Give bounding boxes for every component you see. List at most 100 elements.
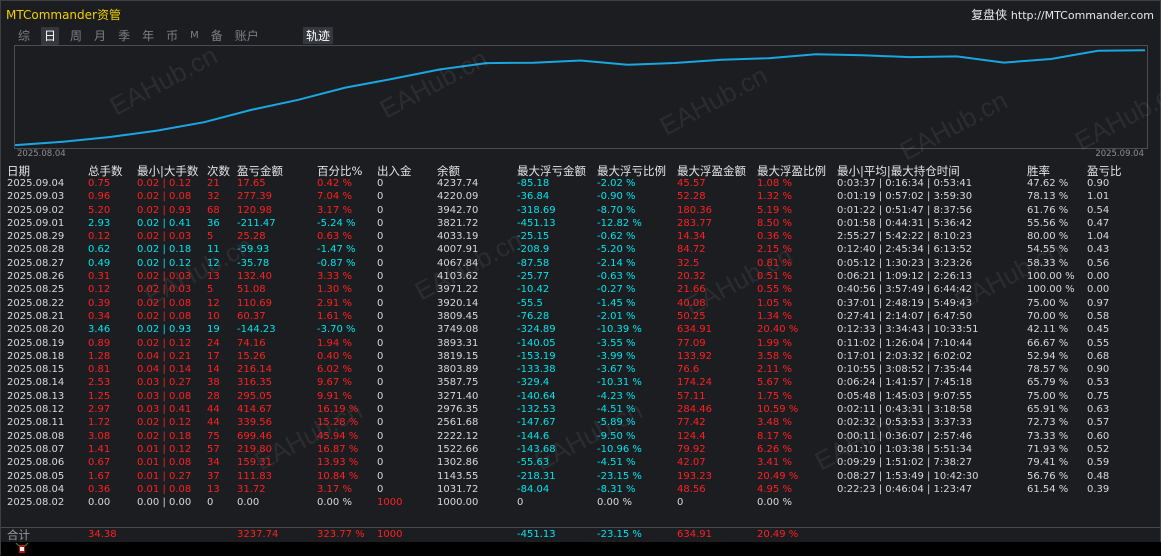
table-row[interactable]: 2025.08.21 0.34 0.02 | 0.08 10 60.37 1.61 % 0 3… bbox=[1, 310, 1161, 323]
table-cell: 0.03 | 0.08 bbox=[137, 390, 192, 402]
table-cell: -25.15 bbox=[517, 231, 550, 243]
table-cell: 4237.74 bbox=[437, 178, 479, 189]
table-cell: 1522.66 bbox=[437, 443, 479, 455]
table-cell: 14 bbox=[207, 364, 220, 376]
table-row[interactable]: 2025.08.06 0.67 0.01 | 0.08 34 159.31 13.93 %… bbox=[1, 456, 1161, 469]
table-cell: 65.91 % bbox=[1027, 404, 1069, 416]
table-cell: 6.26 % bbox=[757, 443, 792, 455]
table-cell: 0 bbox=[517, 497, 524, 509]
table-row[interactable]: 2025.08.27 0.49 0.02 | 0.12 12 -35.78 -0.87 %… bbox=[1, 257, 1161, 270]
track-button[interactable]: 轨迹 bbox=[303, 27, 334, 44]
tab-6[interactable]: 币 bbox=[165, 27, 179, 45]
table-cell: -5.24 % bbox=[317, 217, 356, 229]
table-cell: 0.40 % bbox=[317, 350, 352, 362]
table-row[interactable]: 2025.08.04 0.36 0.01 | 0.08 13 31.72 3.17 % 0 1… bbox=[1, 483, 1161, 496]
table-cell: -208.9 bbox=[517, 244, 550, 256]
table-row[interactable]: 2025.08.22 0.39 0.02 | 0.08 12 110.69 2.91 % 0… bbox=[1, 297, 1161, 310]
table-row[interactable]: 2025.08.19 0.89 0.02 | 0.12 24 74.16 1.94 % 0 3… bbox=[1, 337, 1161, 350]
table-row[interactable]: 2025.08.08 3.08 0.02 | 0.18 75 699.46 45.94 %… bbox=[1, 430, 1161, 443]
table-row[interactable]: 2025.08.18 1.28 0.04 | 0.21 17 15.26 0.40 % 0 3… bbox=[1, 350, 1161, 363]
table-cell: 2.11 % bbox=[757, 364, 792, 376]
table-cell: 0 bbox=[377, 483, 384, 495]
table-row[interactable]: 2025.09.03 0.96 0.02 | 0.08 32 277.39 7.04 % 0… bbox=[1, 190, 1161, 203]
table-cell: 0:12:33 | 3:34:43 | 10:33:51 bbox=[837, 324, 979, 336]
table-cell: 2.93 bbox=[88, 217, 111, 229]
tab-7[interactable]: M bbox=[189, 27, 200, 45]
table-cell: 55.56 % bbox=[1027, 217, 1069, 229]
table-cell: 0.42 % bbox=[317, 178, 352, 189]
app-title: MTCommander资管 bbox=[6, 8, 121, 22]
table-cell: 295.05 bbox=[237, 390, 272, 402]
table-cell: 0.52 bbox=[1087, 443, 1110, 455]
table-cell: 0:40:56 | 3:57:49 | 6:44:42 bbox=[837, 284, 973, 296]
table-cell: 0.56 bbox=[1087, 257, 1110, 269]
table-row[interactable]: 2025.08.25 0.12 0.02 | 0.03 5 51.08 1.30 % 0 39… bbox=[1, 283, 1161, 296]
table-cell: 77.42 bbox=[677, 417, 706, 429]
table-cell: 1.34 % bbox=[757, 310, 792, 322]
table-cell: 52.94 % bbox=[1027, 350, 1069, 362]
table-row[interactable]: 2025.09.04 0.75 0.02 | 0.12 21 17.65 0.42 % 0 4… bbox=[1, 177, 1161, 190]
table-row[interactable]: 2025.08.07 1.41 0.01 | 0.12 57 219.80 16.87 %… bbox=[1, 443, 1161, 456]
table-cell: 284.46 bbox=[677, 404, 712, 416]
table-row[interactable]: 2025.09.01 2.93 0.02 | 0.41 36 -211.47 -5.24 … bbox=[1, 217, 1161, 230]
tab-5[interactable]: 年 bbox=[141, 27, 155, 45]
table-cell: 3749.08 bbox=[437, 324, 479, 336]
table-cell: 0.75 bbox=[88, 178, 111, 189]
brand-url[interactable]: http://MTCommander.com bbox=[1011, 9, 1154, 22]
table-row[interactable]: 2025.08.29 0.12 0.02 | 0.03 5 25.28 0.63 % 0 40… bbox=[1, 230, 1161, 243]
table-cell: 0.02 | 0.12 bbox=[137, 417, 192, 429]
table-row[interactable]: 2025.08.26 0.31 0.02 | 0.03 13 132.40 3.33 % 0… bbox=[1, 270, 1161, 283]
table-cell: 0.02 | 0.03 bbox=[137, 231, 192, 243]
table-cell: 0.63 bbox=[1087, 404, 1110, 416]
table-cell: 0:02:11 | 0:43:31 | 3:18:58 bbox=[837, 404, 973, 416]
table-row[interactable]: 2025.08.14 2.53 0.03 | 0.27 38 316.35 9.67 % 0… bbox=[1, 376, 1161, 389]
bug-icon[interactable] bbox=[15, 543, 29, 555]
table-cell: 0.89 bbox=[88, 337, 111, 349]
table-cell: 174.24 bbox=[677, 377, 712, 389]
table-cell: 0 bbox=[377, 191, 384, 203]
table-row[interactable]: 2025.08.05 1.67 0.01 | 0.27 37 111.83 10.84 %… bbox=[1, 470, 1161, 483]
table-cell: 699.46 bbox=[237, 430, 272, 442]
table-cell: 0:27:41 | 2:14:07 | 6:47:50 bbox=[837, 310, 973, 322]
table-cell: 1.05 % bbox=[757, 297, 792, 309]
table-row[interactable]: 2025.08.11 1.72 0.02 | 0.12 44 339.56 15.28 %… bbox=[1, 416, 1161, 429]
table-cell: 75.00 % bbox=[1027, 297, 1069, 309]
total-label: 合计 bbox=[7, 528, 30, 542]
table-row[interactable]: 2025.08.28 0.62 0.02 | 0.18 11 -59.93 -1.47 %… bbox=[1, 243, 1161, 256]
table-cell: 0.81 bbox=[88, 364, 111, 376]
table-cell: 0 bbox=[377, 364, 384, 376]
table-cell: 0.01 | 0.27 bbox=[137, 470, 192, 482]
table-row[interactable]: 2025.08.02 0.00 0.00 | 0.00 0 0.00 0.00 % 1000… bbox=[1, 496, 1161, 509]
table-cell: 0:01:19 | 0:57:02 | 3:59:30 bbox=[837, 191, 973, 203]
tab-8[interactable]: 备 bbox=[210, 27, 224, 45]
table-cell: 0:17:01 | 2:03:32 | 6:02:02 bbox=[837, 350, 973, 362]
table-cell: 1000 bbox=[377, 497, 403, 509]
table-cell: 0.02 | 0.93 bbox=[137, 204, 192, 216]
tab-2[interactable]: 周 bbox=[69, 27, 83, 45]
table-row[interactable]: 2025.08.13 1.25 0.03 | 0.08 28 295.05 9.91 % 0… bbox=[1, 390, 1161, 403]
tab-3[interactable]: 月 bbox=[93, 27, 107, 45]
table-cell: 13.93 % bbox=[317, 457, 359, 469]
tab-0[interactable]: 综 bbox=[17, 27, 31, 45]
table-row[interactable]: 2025.09.02 5.20 0.02 | 0.93 68 120.98 3.17 % 0… bbox=[1, 204, 1161, 217]
table-cell: 10 bbox=[207, 310, 220, 322]
table-cell: 0 bbox=[377, 443, 384, 455]
table-cell: 78.13 % bbox=[1027, 191, 1069, 203]
tab-4[interactable]: 季 bbox=[117, 27, 131, 45]
tab-1[interactable]: 日 bbox=[41, 27, 60, 45]
brand-link[interactable]: 复盘侠 http://MTCommander.com bbox=[971, 6, 1154, 23]
table-row[interactable]: 2025.08.20 3.46 0.02 | 0.93 19 -144.23 -3.70 … bbox=[1, 323, 1161, 336]
table-row[interactable]: 2025.08.12 2.97 0.03 | 0.41 44 414.67 16.19 %… bbox=[1, 403, 1161, 416]
table-row[interactable]: 2025.08.15 0.81 0.04 | 0.14 14 216.14 6.02 % 0… bbox=[1, 363, 1161, 376]
table-cell: -2.01 % bbox=[597, 310, 636, 322]
tab-9[interactable]: 账户 bbox=[234, 27, 260, 45]
table-cell: 414.67 bbox=[237, 404, 272, 416]
table-cell: 0 bbox=[377, 297, 384, 309]
table-cell: -25.77 bbox=[517, 271, 550, 283]
table-cell: 61.76 % bbox=[1027, 204, 1069, 216]
table-cell: 52.28 bbox=[677, 191, 706, 203]
table-cell: -211.47 bbox=[237, 217, 276, 229]
table-cell: 1000.00 bbox=[437, 497, 479, 509]
table-cell: 42.07 bbox=[677, 457, 706, 469]
table-cell: 20.49 % bbox=[757, 470, 799, 482]
